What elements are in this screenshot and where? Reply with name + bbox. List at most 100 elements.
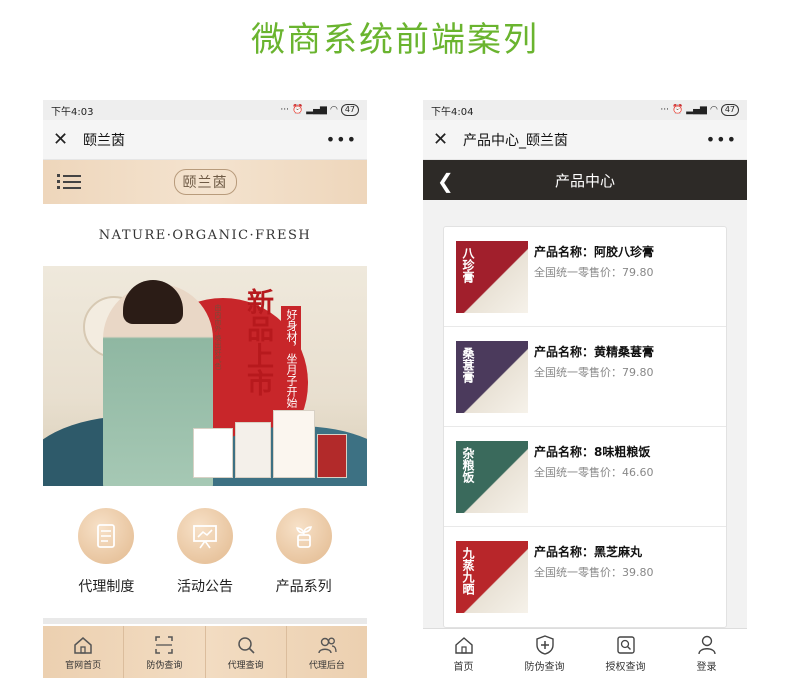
product-info: 产品名称：8味粗粮饭全国统一零售价：46.60 bbox=[534, 441, 654, 512]
close-icon[interactable]: ✕ bbox=[53, 129, 75, 150]
tab-anti-fake[interactable]: 防伪查询 bbox=[124, 626, 206, 678]
signal-icon: ▂▄▆ bbox=[686, 105, 707, 115]
status-bar: 下午4:04 ··· ⏰ ▂▄▆ ◠ 47 bbox=[423, 100, 747, 120]
tab-home[interactable]: 官网首页 bbox=[43, 626, 125, 678]
nav-product-series[interactable]: 产品系列 bbox=[262, 508, 346, 614]
product-name[interactable]: 产品名称：8味粗粮饭 bbox=[534, 443, 654, 460]
nav-label: 代理制度 bbox=[78, 579, 135, 595]
product-row[interactable]: 杂粮饭 产品名称：8味粗粮饭全国统一零售价：46.60 bbox=[444, 427, 726, 527]
presentation-icon bbox=[176, 508, 233, 564]
menu-icon[interactable] bbox=[57, 171, 81, 193]
tab-agent-backend[interactable]: 代理后台 bbox=[287, 626, 367, 678]
product-image-label: 杂粮饭 bbox=[461, 447, 475, 483]
wechat-titlebar: ✕ 颐兰茵 ••• bbox=[43, 120, 367, 160]
user-icon bbox=[697, 635, 716, 655]
product-name[interactable]: 产品名称：黄精桑葚膏 bbox=[534, 343, 654, 360]
product-box bbox=[235, 422, 271, 478]
signal-icon: ▂▄▆ bbox=[306, 105, 327, 115]
product-box bbox=[273, 410, 315, 478]
document-icon bbox=[78, 508, 135, 564]
product-name[interactable]: 产品名称：黑芝麻丸 bbox=[534, 543, 654, 560]
more-icon[interactable]: ••• bbox=[326, 130, 357, 149]
tab-home[interactable]: 首页 bbox=[423, 629, 504, 678]
product-row[interactable]: 桑葚膏 产品名称：黄精桑葚膏 全国统一零售价：79.80 bbox=[444, 327, 726, 427]
status-time: 下午4:04 bbox=[431, 106, 474, 118]
shield-plus-icon bbox=[535, 635, 554, 655]
product-image-label: 八珍膏 bbox=[461, 247, 475, 283]
product-info: 产品名称：黄精桑葚膏 全国统一零售价：79.80 bbox=[534, 341, 654, 412]
product-image[interactable]: 桑葚膏 bbox=[456, 341, 528, 413]
tab-label: 首页 bbox=[453, 662, 474, 673]
tab-label: 防伪查询 bbox=[524, 662, 565, 673]
status-bar: 下午4:03 ··· ⏰ ▂▄▆ ◠ 47 bbox=[43, 100, 367, 120]
dots-icon: ··· bbox=[660, 105, 669, 115]
nav-announcements[interactable]: 活动公告 bbox=[163, 508, 247, 614]
plant-jar-icon bbox=[275, 508, 332, 564]
brand-tagline: NATURE·ORGANIC·FRESH bbox=[98, 227, 312, 243]
brand-header: 颐兰茵 bbox=[43, 160, 367, 204]
product-price: 全国统一零售价：46.60 bbox=[534, 466, 654, 479]
wechat-titlebar: ✕ 产品中心_颐兰茵 ••• bbox=[423, 120, 747, 160]
status-time: 下午4:03 bbox=[51, 106, 94, 118]
product-info: 产品名称：黑芝麻丸 全国统一零售价：39.80 bbox=[534, 541, 654, 613]
showcase-page: 微商系统前端案列 下午4:03 ··· ⏰ ▂▄▆ ◠ 47 ✕ 颐兰茵 •••… bbox=[0, 0, 790, 688]
tab-label: 代理查询 bbox=[227, 660, 264, 671]
page-header: ❮ 产品中心 bbox=[423, 160, 747, 200]
product-info: 产品名称：阿胶八珍膏全国统一零售价：79.80 bbox=[534, 241, 654, 312]
product-row[interactable]: 九蒸九晒 产品名称：黑芝麻丸 全国统一零售价：39.80 bbox=[444, 527, 726, 627]
left-phone-screen: 下午4:03 ··· ⏰ ▂▄▆ ◠ 47 ✕ 颐兰茵 ••• 颐兰茵 NATU… bbox=[43, 100, 367, 678]
wifi-icon: ◠ bbox=[709, 105, 718, 115]
tab-label: 代理后台 bbox=[308, 660, 345, 671]
scan-icon bbox=[155, 635, 174, 654]
tab-label: 授权查询 bbox=[605, 662, 646, 673]
promo-banner[interactable]: 新品上市 由内而外·唤出好气色 好身材，坐月子开始 bbox=[43, 266, 367, 486]
right-phone-screen: 下午4:04 ··· ⏰ ▂▄▆ ◠ 47 ✕ 产品中心_颐兰茵 ••• ❮ 产… bbox=[423, 100, 747, 678]
wechat-title: 产品中心_颐兰茵 bbox=[463, 132, 568, 149]
category-nav: 代理制度 活动公告 产品系列 bbox=[43, 486, 367, 614]
product-image-label: 桑葚膏 bbox=[461, 347, 475, 383]
alarm-icon: ⏰ bbox=[671, 105, 684, 115]
banner-slogan: 好身材，坐月子开始 bbox=[281, 306, 301, 411]
page-title: 微商系统前端案列 bbox=[251, 20, 539, 60]
nav-label: 产品系列 bbox=[275, 579, 332, 595]
users-icon bbox=[318, 637, 337, 653]
tab-label: 官网首页 bbox=[65, 660, 102, 671]
wifi-icon: ◠ bbox=[329, 105, 338, 115]
home-icon bbox=[74, 636, 92, 654]
tab-anti-fake[interactable]: 防伪查询 bbox=[504, 629, 585, 678]
banner-subtitle: 由内而外·唤出好气色 bbox=[214, 304, 222, 370]
product-image[interactable]: 九蒸九晒 bbox=[456, 541, 528, 613]
product-list-area: 八珍膏 产品名称：阿胶八珍膏 全国统一零售价：79.80 桑葚膏 产品名称：黄精桑葚膏全… bbox=[423, 200, 747, 628]
product-image[interactable]: 杂粮饭 bbox=[456, 441, 528, 513]
battery-icon: 47 bbox=[720, 104, 739, 116]
bottom-tab-bar: 首页 防伪查询 授权查询 登录 bbox=[423, 628, 747, 678]
product-box bbox=[193, 428, 233, 478]
tab-login[interactable]: 登录 bbox=[666, 629, 747, 678]
nav-label: 活动公告 bbox=[176, 579, 233, 595]
product-image-label: 九蒸九晒 bbox=[461, 547, 475, 595]
product-image[interactable]: 八珍膏 bbox=[456, 241, 528, 313]
product-name[interactable]: 产品名称：阿胶八珍膏 bbox=[534, 243, 654, 260]
section-divider bbox=[43, 618, 367, 624]
nav-agent-policy[interactable]: 代理制度 bbox=[64, 508, 148, 614]
banner-headline: 新品上市 bbox=[242, 288, 273, 396]
tab-authorization-query[interactable]: 授权查询 bbox=[585, 629, 666, 678]
product-price: 全国统一零售价：79.80 bbox=[534, 266, 654, 279]
back-icon[interactable]: ❮ bbox=[437, 169, 454, 193]
product-row[interactable]: 八珍膏 产品名称：阿胶八珍膏全国统一零售价：79.80 bbox=[444, 227, 726, 327]
brand-logo[interactable]: 颐兰茵 bbox=[173, 169, 237, 195]
status-icons: ··· ⏰ ▂▄▆ ◠ 47 bbox=[280, 104, 359, 116]
tab-label: 防伪查询 bbox=[146, 660, 183, 671]
wechat-title: 颐兰茵 bbox=[83, 132, 125, 149]
product-list: 八珍膏 产品名称：阿胶八珍膏 全国统一零售价：79.80 桑葚膏 产品名称：黄精桑葚膏全… bbox=[443, 226, 727, 628]
close-icon[interactable]: ✕ bbox=[433, 129, 455, 150]
battery-icon: 47 bbox=[340, 104, 359, 116]
tab-label: 登录 bbox=[696, 662, 717, 673]
tab-agent-query[interactable]: 代理查询 bbox=[206, 626, 287, 678]
more-icon[interactable]: ••• bbox=[706, 130, 737, 149]
product-box bbox=[317, 434, 347, 478]
certificate-search-icon bbox=[616, 636, 635, 654]
alarm-icon: ⏰ bbox=[291, 105, 304, 115]
header-title: 产品中心 bbox=[554, 171, 615, 190]
bottom-tab-bar: 官网首页 防伪查询 代理查询 代理后台 bbox=[43, 626, 367, 678]
